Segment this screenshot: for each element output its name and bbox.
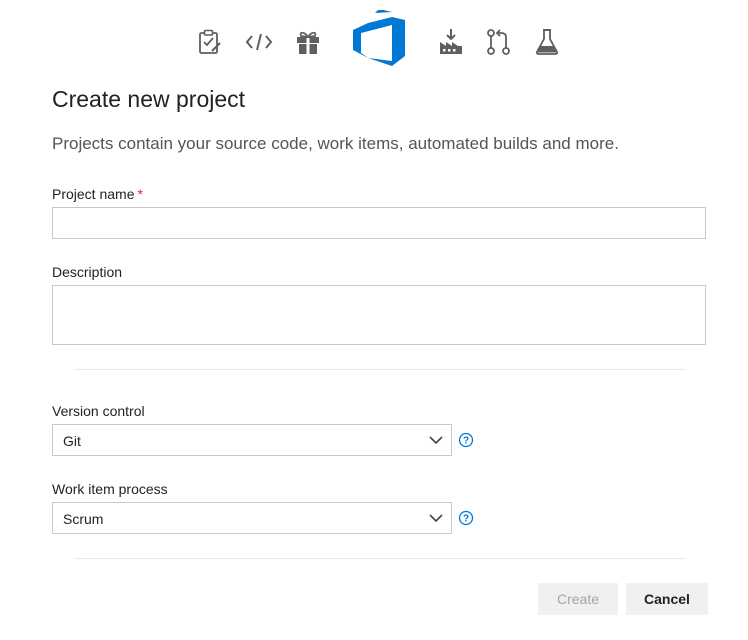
create-button[interactable]: Create	[538, 583, 618, 615]
project-name-label: Project name *	[52, 186, 143, 202]
work-item-process-select[interactable]: Scrum	[52, 502, 452, 534]
boards-icon[interactable]	[198, 29, 222, 55]
description-label: Description	[52, 264, 123, 280]
page-title: Create new project	[52, 86, 246, 112]
cancel-button[interactable]: Cancel	[626, 583, 708, 615]
project-name-input[interactable]	[52, 207, 706, 239]
help-glyph: ?	[463, 436, 469, 447]
build-icon[interactable]	[438, 28, 464, 56]
page-subtitle: Projects contain your source code, work …	[52, 134, 619, 153]
divider	[75, 558, 685, 559]
work-item-process-value: Scrum	[63, 511, 104, 527]
required-marker: *	[137, 186, 143, 202]
version-control-select[interactable]: Git	[52, 424, 452, 456]
artifacts-icon[interactable]	[296, 29, 320, 55]
work-item-process-label: Work item process	[52, 481, 168, 497]
version-control-label: Version control	[52, 403, 145, 419]
repos-icon[interactable]	[245, 31, 273, 53]
project-name-label-text: Project name	[52, 186, 135, 202]
chevron-down-icon	[429, 436, 443, 445]
help-glyph: ?	[463, 514, 469, 525]
azure-devops-logo	[353, 10, 405, 66]
pull-request-icon[interactable]	[486, 28, 512, 56]
chevron-down-icon	[429, 514, 443, 523]
version-control-help-icon[interactable]: ?	[458, 432, 474, 448]
service-icon-bar	[0, 0, 748, 80]
version-control-value: Git	[63, 433, 81, 449]
test-plans-icon[interactable]	[535, 28, 559, 56]
work-item-process-help-icon[interactable]: ?	[458, 510, 474, 526]
description-textarea[interactable]	[52, 285, 706, 345]
divider	[75, 369, 685, 370]
